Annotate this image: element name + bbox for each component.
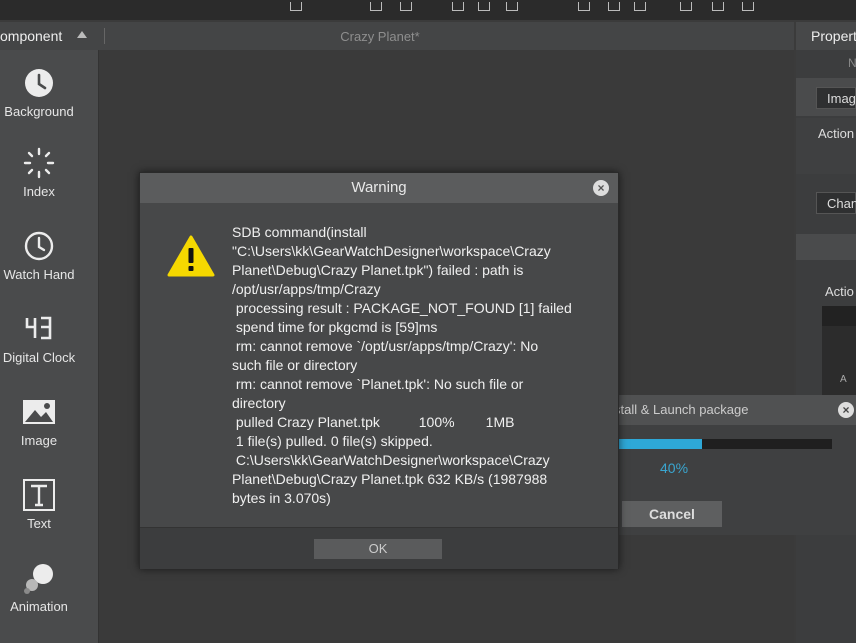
progress-fill	[616, 439, 703, 449]
text-icon	[22, 478, 56, 512]
component-digital-clock[interactable]: Digital Clock	[0, 312, 78, 365]
component-image[interactable]: Image	[0, 395, 78, 448]
image-field[interactable]: Imag	[816, 87, 856, 109]
component-label: Index	[23, 184, 55, 199]
component-label: Animation	[10, 599, 68, 614]
toolbar-icon[interactable]	[712, 2, 724, 11]
action-label-secondary: Actio	[825, 284, 854, 299]
name-label: N	[848, 56, 856, 70]
progress-title-bar: stall & Launch package ×	[614, 395, 856, 425]
component-animation[interactable]: Animation	[0, 561, 78, 614]
section-bar	[796, 234, 856, 260]
close-icon[interactable]: ×	[838, 402, 854, 418]
component-label: Background	[4, 104, 74, 119]
warning-title-bar: Warning ×	[140, 173, 618, 203]
component-label: Digital Clock	[2, 350, 76, 365]
cancel-button[interactable]: Cancel	[622, 501, 722, 527]
change-field[interactable]: Chang	[816, 192, 856, 214]
component-index[interactable]: Index	[0, 146, 78, 199]
warning-title: Warning	[351, 179, 407, 196]
toolbar-icon[interactable]	[290, 2, 302, 11]
properties-panel: Propert N Imag Action Chang Actio A	[796, 22, 856, 643]
clock-filled-icon	[22, 66, 56, 100]
toolbar-icon[interactable]	[506, 2, 518, 11]
properties-title: Propert	[811, 28, 856, 44]
ok-button[interactable]: OK	[314, 539, 442, 559]
progress-title: stall & Launch package	[614, 402, 749, 417]
component-background[interactable]: Background	[0, 66, 78, 119]
warning-dialog: Warning × SDB command(install "C:\Users\…	[139, 172, 619, 569]
toolbar-icon[interactable]	[742, 2, 754, 11]
digital-clock-icon	[22, 312, 56, 346]
component-watch-hand[interactable]: Watch Hand	[0, 229, 78, 282]
toolbar-icon[interactable]	[680, 2, 692, 11]
action-header-strip	[822, 306, 856, 326]
dial-index-icon	[22, 146, 56, 180]
component-text[interactable]: Text	[0, 478, 78, 531]
warning-message: SDB command(install "C:\Users\kk\GearWat…	[232, 224, 572, 506]
component-label: Watch Hand	[3, 267, 75, 282]
component-label: Text	[27, 516, 51, 531]
component-sidebar: Background Index Watch Hand Digital Cloc…	[0, 50, 99, 643]
dialog-footer: OK	[140, 527, 618, 569]
toolbar-icon[interactable]	[634, 2, 646, 11]
action-label: Action	[818, 126, 855, 141]
component-label: Image	[20, 433, 58, 448]
toolbar-icon[interactable]	[478, 2, 490, 11]
progress-bar	[616, 439, 832, 449]
animation-icon	[22, 561, 56, 595]
warning-icon	[167, 235, 215, 282]
panel-header: omponent Crazy Planet*	[0, 22, 794, 51]
watch-hand-icon	[22, 229, 56, 263]
document-tab[interactable]: Crazy Planet*	[100, 29, 660, 44]
component-panel-title: omponent	[0, 28, 63, 44]
toolbar-icon[interactable]	[452, 2, 464, 11]
install-progress-dialog: stall & Launch package × 40% Cancel	[614, 395, 856, 535]
collapse-triangle-icon[interactable]	[77, 31, 87, 38]
close-icon[interactable]: ×	[593, 180, 609, 196]
toolbar-icon[interactable]	[608, 2, 620, 11]
toolbar-icon[interactable]	[578, 2, 590, 11]
progress-percent: 40%	[660, 460, 689, 476]
toolbar-icon[interactable]	[400, 2, 412, 11]
properties-header: Propert	[796, 22, 856, 50]
toolbar-icon[interactable]	[370, 2, 382, 11]
action-a-label: A	[840, 374, 847, 385]
top-toolbar	[0, 0, 856, 20]
image-icon	[22, 395, 56, 429]
